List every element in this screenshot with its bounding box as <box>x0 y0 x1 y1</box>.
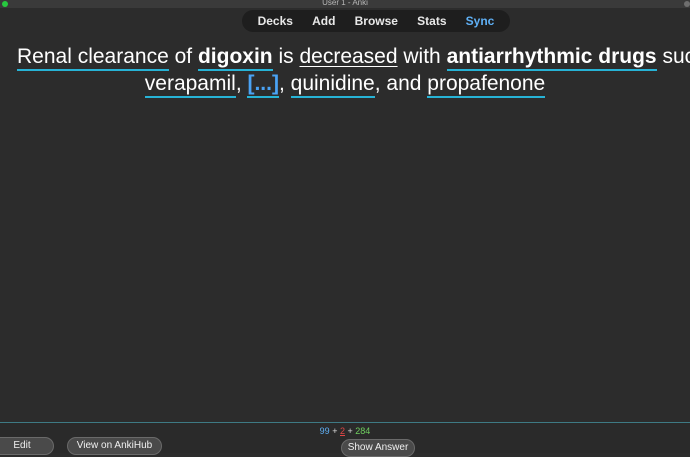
due-counts: 99 + 2 + 284 <box>0 426 690 437</box>
main-nav: Decks Add Browse Stats Sync <box>242 10 510 32</box>
count-separator: + <box>347 426 353 436</box>
card-text: of <box>168 45 198 68</box>
nav-sync[interactable]: Sync <box>466 14 495 28</box>
card-term: quinidine <box>290 72 375 98</box>
nav-browse[interactable]: Browse <box>355 14 398 28</box>
nav-decks[interactable]: Decks <box>258 14 293 28</box>
learn-count: 2 <box>339 426 345 436</box>
card-line-2: verapamil, [...], quinidine, and propafe… <box>0 71 690 98</box>
card-term: digoxin <box>197 45 273 71</box>
card-line-1: Renal clearance of digoxin is decreased … <box>17 44 690 71</box>
window-control-icon[interactable] <box>684 1 690 7</box>
card-text: with <box>397 45 447 68</box>
card-term: antiarrhythmic drugs <box>446 45 657 71</box>
review-bottom-bar: 99 + 2 + 284 Edit View on AnkiHub Show A… <box>0 422 690 457</box>
card-term: propafenone <box>427 72 546 98</box>
card-text: , <box>278 72 291 95</box>
nav-stats[interactable]: Stats <box>417 14 446 28</box>
edit-button[interactable]: Edit <box>0 437 54 455</box>
top-toolbar: Decks Add Browse Stats Sync <box>0 8 690 34</box>
new-count: 99 <box>319 426 330 436</box>
nav-add[interactable]: Add <box>312 14 335 28</box>
card-term: Renal clearance <box>17 45 169 71</box>
card-term: verapamil <box>144 72 236 98</box>
card-text: is <box>272 45 300 68</box>
view-on-ankihub-button[interactable]: View on AnkiHub <box>67 437 162 455</box>
count-separator: + <box>332 426 338 436</box>
window-title: User 1 - Anki <box>322 0 368 7</box>
review-count: 284 <box>355 426 371 436</box>
show-answer-button[interactable]: Show Answer <box>341 439 415 457</box>
card-text: , <box>235 72 248 95</box>
window-titlebar: User 1 - Anki <box>0 0 690 8</box>
card-term: decreased <box>299 45 398 68</box>
cloze-deletion: [...] <box>247 72 279 98</box>
card-text: such <box>662 45 690 68</box>
card-text: , and <box>374 72 428 95</box>
